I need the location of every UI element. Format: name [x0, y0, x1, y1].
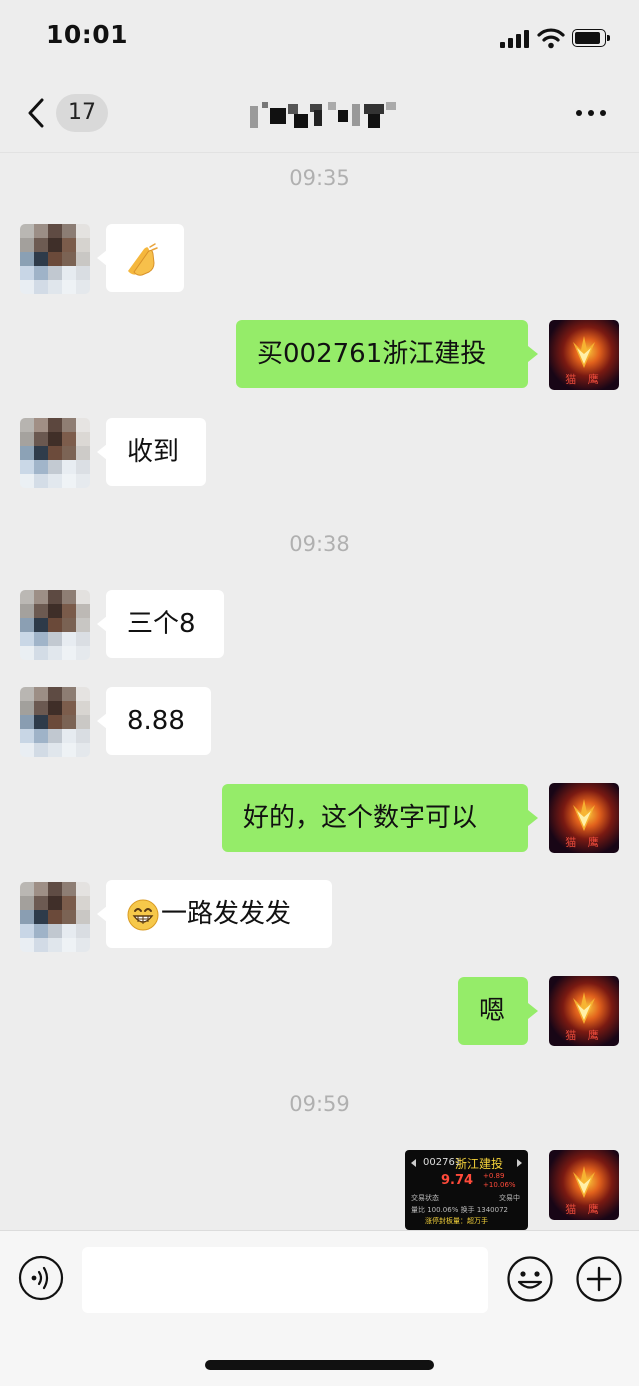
phoenix-icon	[573, 992, 595, 1024]
user-avatar[interactable]: 猫 鹰	[549, 320, 619, 390]
message-text: 一路发发发	[161, 899, 292, 929]
user-avatar[interactable]: 猫 鹰	[549, 976, 619, 1046]
avatar-caption: 猫 鹰	[565, 1203, 603, 1216]
phoenix-icon	[573, 336, 595, 368]
home-indicator[interactable]	[205, 1360, 434, 1370]
cellular-signal-icon	[500, 30, 530, 48]
chat-header: 17	[0, 70, 639, 153]
status-bar: 10:01	[0, 0, 639, 70]
emoji-picker-icon[interactable]	[506, 1255, 554, 1303]
voice-input-icon[interactable]	[18, 1255, 64, 1301]
stock-status-value: 交易中	[499, 1194, 520, 1202]
user-avatar[interactable]: 猫 鹰	[549, 783, 619, 853]
message-timestamp: 09:38	[289, 532, 350, 556]
previous-arrow-icon	[411, 1159, 416, 1167]
avatar-caption: 猫 鹰	[565, 373, 603, 386]
phoenix-icon	[573, 1166, 595, 1198]
stock-price: 9.74	[441, 1173, 474, 1188]
stock-screenshot-image[interactable]: 002761 浙江建投 9.74 +0.89 +10.06% 交易状态 交易中 量…	[405, 1150, 528, 1230]
stock-name: 浙江建投	[455, 1157, 504, 1171]
wifi-icon	[537, 28, 565, 49]
contact-avatar[interactable]	[20, 882, 90, 952]
contact-avatar[interactable]	[20, 590, 90, 660]
outgoing-message-bubble[interactable]: 好的，这个数字可以	[222, 784, 538, 852]
contact-avatar[interactable]	[20, 687, 90, 757]
contact-avatar[interactable]	[20, 224, 90, 294]
outgoing-message-bubble[interactable]: 买002761浙江建投	[236, 320, 538, 388]
message-input[interactable]	[82, 1247, 488, 1313]
more-options-icon[interactable]	[572, 108, 612, 118]
stock-note-row: 涨停封板量：超万手	[425, 1217, 488, 1225]
message-timestamp: 09:35	[289, 166, 350, 190]
incoming-message-bubble[interactable]	[97, 224, 184, 292]
incoming-message-bubble[interactable]: 一路发发发	[97, 880, 332, 948]
stock-change-abs: +0.89	[483, 1172, 505, 1180]
palms-together-emoji-icon	[128, 242, 158, 276]
message-timestamp: 09:59	[289, 1092, 350, 1116]
contact-avatar[interactable]	[20, 418, 90, 488]
incoming-message-bubble[interactable]: 8.88	[97, 687, 211, 755]
avatar-caption: 猫 鹰	[565, 836, 603, 849]
battery-icon	[572, 29, 610, 49]
unread-count-badge[interactable]: 17	[56, 94, 108, 132]
chat-title-redacted	[248, 98, 398, 132]
stock-change-pct: +10.06%	[483, 1181, 516, 1189]
add-attachment-icon[interactable]	[575, 1255, 623, 1303]
back-chevron-icon[interactable]	[24, 96, 48, 130]
stock-stats-row: 量比 100.06% 换手 1340072	[411, 1206, 508, 1214]
status-time: 10:01	[46, 20, 129, 49]
incoming-message-bubble[interactable]: 三个8	[97, 590, 224, 658]
phoenix-icon	[573, 799, 595, 831]
incoming-message-bubble[interactable]: 收到	[97, 418, 206, 486]
stock-change: +0.89 +10.06%	[483, 1172, 516, 1190]
grinning-face-emoji-icon	[127, 899, 159, 930]
stock-status-label: 交易状态	[411, 1194, 439, 1202]
avatar-caption: 猫 鹰	[565, 1029, 603, 1042]
user-avatar[interactable]: 猫 鹰	[549, 1150, 619, 1220]
next-arrow-icon	[517, 1159, 522, 1167]
outgoing-message-bubble[interactable]: 嗯	[458, 977, 538, 1045]
